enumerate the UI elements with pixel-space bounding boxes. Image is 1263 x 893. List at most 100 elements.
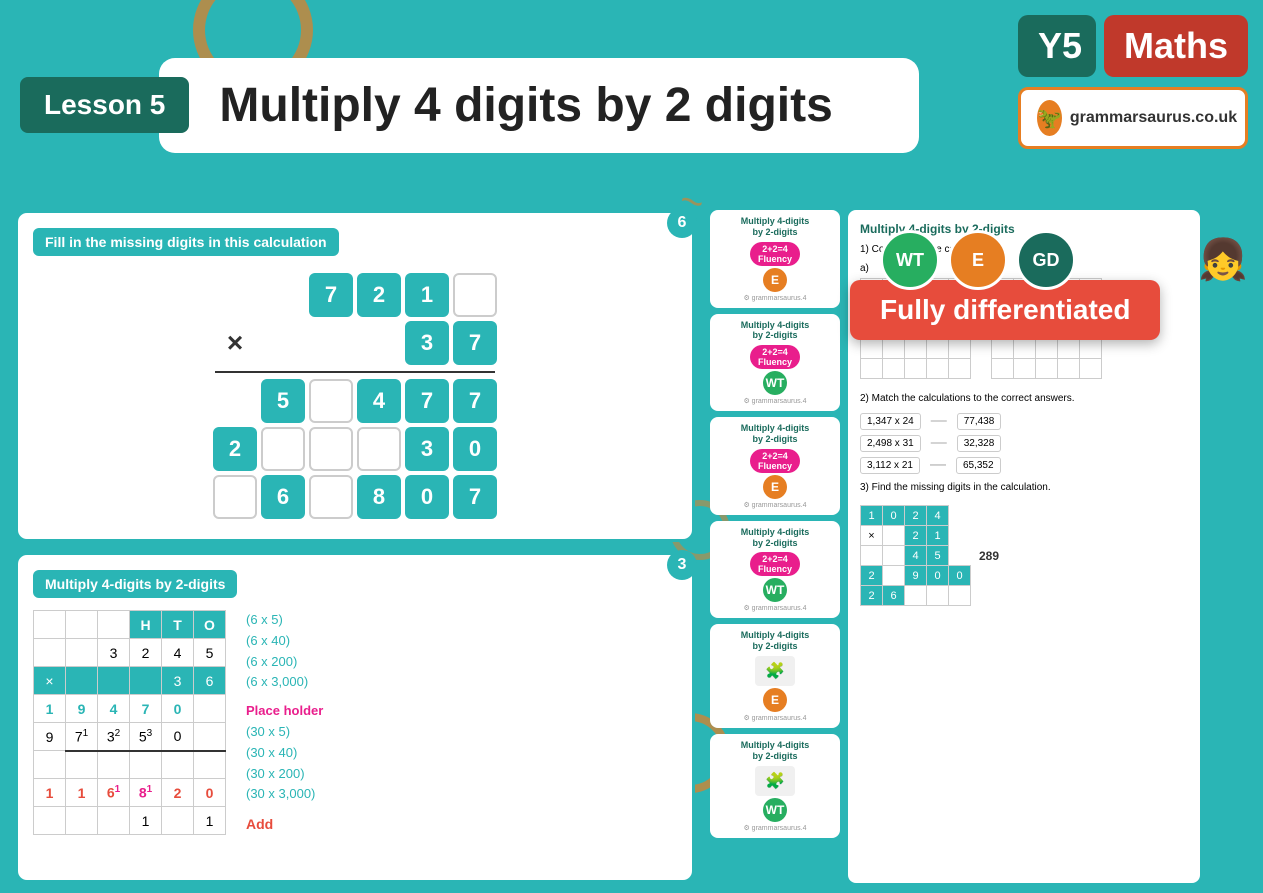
empty-cell (309, 475, 353, 519)
empty-cell (213, 475, 257, 519)
year-badge: Y5 (1018, 15, 1096, 77)
e-badge: E (948, 230, 1008, 290)
digit-7: 7 (453, 475, 497, 519)
slides-area: 6 Fill in the missing digits in this cal… (15, 210, 695, 883)
match-right-2: 32,328 (957, 435, 1002, 452)
step-1: (6 x 5) (246, 610, 323, 631)
arrow-3: — (930, 456, 946, 474)
spacer (261, 273, 305, 317)
add-label: Add (246, 813, 323, 835)
slide-1: 6 Fill in the missing digits in this cal… (15, 210, 695, 542)
puzzle-icon-1: 🧩 (755, 656, 795, 686)
match-left-2: 2,498 x 31 (860, 435, 921, 452)
diff-badges: WT E GD (880, 230, 1190, 290)
lesson-badge: Lesson 5 (20, 77, 189, 133)
calc-steps: (6 x 5) (6 x 40) (6 x 200) (6 x 3,000) P… (246, 610, 323, 836)
grammarsaurus-url: grammarsaurus.co.uk (1070, 109, 1237, 127)
answer-289: 289 (979, 549, 999, 563)
ws-title-4: Multiply 4-digitsby 2-digits (716, 527, 834, 549)
digit-4: 4 (357, 379, 401, 423)
calc-row-3: 5 4 7 7 (213, 379, 497, 423)
calc-row-4: 2 3 0 (213, 427, 497, 471)
title-box: Multiply 4 digits by 2 digits (159, 58, 919, 153)
ws-level-wt-3: WT (763, 798, 787, 822)
placeholder-label: Place holder (246, 701, 323, 722)
calc-row-1: 7 2 1 (213, 273, 497, 317)
match-left-3: 3,112 x 21 (860, 457, 920, 474)
ws-fluency-badge-3: 2+2=4Fluency (750, 449, 800, 473)
calc-row-5: 6 8 0 7 (213, 475, 497, 519)
worksheet-card-2[interactable]: Multiply 4-digitsby 2-digits 2+2=4Fluenc… (710, 314, 840, 412)
ws-footer-3: ⚙ grammarsaurus.4 (716, 501, 834, 509)
ws-level-wt-2: WT (763, 578, 787, 602)
spacer (246, 693, 323, 701)
match-row-1: 1,347 x 24 — 77,438 (860, 412, 1188, 430)
grammarsaurus-badge[interactable]: 🦖 grammarsaurus.co.uk (1018, 87, 1248, 149)
worksheet-card-4[interactable]: Multiply 4-digitsby 2-digits 2+2=4Fluenc… (710, 521, 840, 619)
digit-6: 6 (261, 475, 305, 519)
empty-cell (453, 273, 497, 317)
page-title: Multiply 4 digits by 2 digits (219, 78, 879, 133)
step-8: (30 x 3,000) (246, 784, 323, 805)
spacer (309, 321, 353, 365)
step-7: (30 x 200) (246, 764, 323, 785)
worksheet-card-1[interactable]: Multiply 4-digitsby 2-digits 2+2=4Fluenc… (710, 210, 840, 308)
ws-title-3: Multiply 4-digitsby 2-digits (716, 423, 834, 445)
digit-3: 3 (405, 427, 449, 471)
match-left-1: 1,347 x 24 (860, 413, 921, 430)
digit-0: 0 (453, 427, 497, 471)
ws-level-e-3: E (763, 688, 787, 712)
puzzle-icon-2: 🧩 (755, 766, 795, 796)
match-row-3: 3,112 x 21 — 65,352 (860, 456, 1188, 474)
digit-5: 5 (261, 379, 305, 423)
subject-badge: Maths (1104, 15, 1248, 77)
preview-q2: 2) Match the calculations to the correct… (860, 393, 1188, 404)
calculation-grid: 7 2 1 × 3 7 5 (33, 268, 677, 524)
slide-2: 3 Multiply 4-digits by 2-digits H T O (15, 552, 695, 883)
digit-7: 7 (309, 273, 353, 317)
gd-badge: GD (1016, 230, 1076, 290)
worksheet-card-6[interactable]: Multiply 4-digitsby 2-digits 🧩 WT ⚙ gram… (710, 734, 840, 838)
q3-content: 1 0 2 4 × 2 1 45 2 9 (860, 501, 1188, 610)
grammarsaurus-logo-icon: 🦖 (1037, 100, 1062, 136)
ws-level-e-1: E (763, 268, 787, 292)
ws-footer-4: ⚙ grammarsaurus.4 (716, 604, 834, 612)
digit-1: 1 (405, 273, 449, 317)
empty-cell (357, 427, 401, 471)
match-row-2: 2,498 x 31 — 32,328 (860, 434, 1188, 452)
calc-divider (215, 371, 495, 373)
step-3: (6 x 200) (246, 652, 323, 673)
ws-title-5: Multiply 4-digitsby 2-digits (716, 630, 834, 652)
digit-0: 0 (405, 475, 449, 519)
worksheet-list: Multiply 4-digitsby 2-digits 2+2=4Fluenc… (710, 210, 840, 883)
calc-row-2: × 3 7 (213, 321, 497, 365)
worksheet-card-5[interactable]: Multiply 4-digitsby 2-digits 🧩 E ⚙ gramm… (710, 624, 840, 728)
spacer (213, 273, 257, 317)
ws-footer-2: ⚙ grammarsaurus.4 (716, 397, 834, 405)
slide-2-title: Multiply 4-digits by 2-digits (33, 570, 237, 598)
fully-differentiated-overlay: WT E GD Fully differentiated (850, 230, 1160, 340)
digit-3: 3 (405, 321, 449, 365)
ws-footer-5: ⚙ grammarsaurus.4 (716, 714, 834, 722)
ws-title-2: Multiply 4-digitsby 2-digits (716, 320, 834, 342)
digit-2: 2 (213, 427, 257, 471)
match-right-3: 65,352 (956, 457, 1001, 474)
slide-2-content: H T O 3 2 4 5 × (33, 610, 677, 836)
multiply-symbol: × (213, 327, 257, 359)
year-maths-row: Y5 Maths (1018, 15, 1248, 77)
missing-digits-table: 1 0 2 4 × 2 1 45 2 9 (860, 505, 971, 606)
ws-footer-6: ⚙ grammarsaurus.4 (716, 824, 834, 832)
ws-title-6: Multiply 4-digitsby 2-digits (716, 740, 834, 762)
match-right-1: 77,438 (957, 413, 1002, 430)
spacer (246, 805, 323, 813)
ws-level-wt-1: WT (763, 371, 787, 395)
slide-1-number: 6 (667, 208, 697, 238)
slide-2-number: 3 (667, 550, 697, 580)
digit-7: 7 (453, 321, 497, 365)
step-4: (6 x 3,000) (246, 672, 323, 693)
character-avatar: 👧 (1198, 240, 1248, 320)
spacer (213, 379, 257, 423)
digit-2: 2 (357, 273, 401, 317)
empty-cell (309, 379, 353, 423)
worksheet-card-3[interactable]: Multiply 4-digitsby 2-digits 2+2=4Fluenc… (710, 417, 840, 515)
